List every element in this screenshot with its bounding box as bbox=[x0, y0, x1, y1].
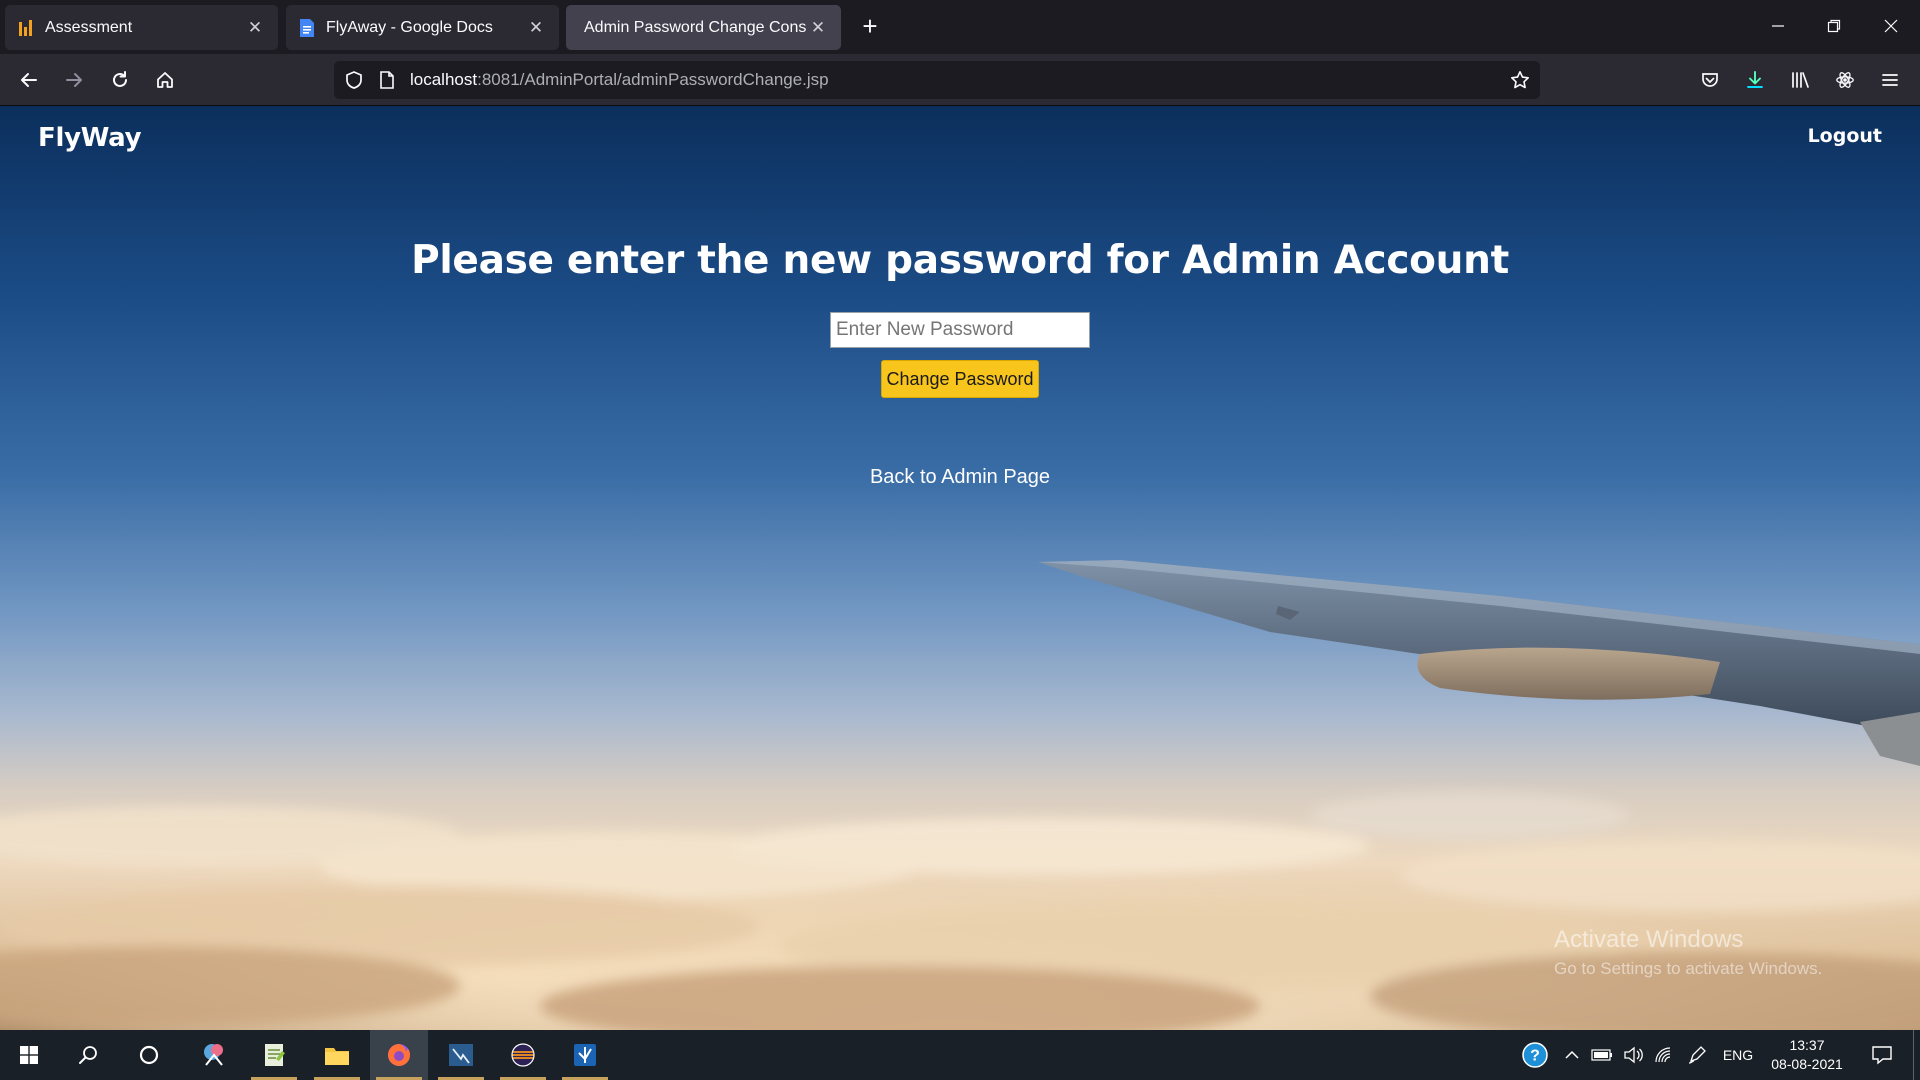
firefox-icon[interactable] bbox=[370, 1030, 428, 1080]
clock-date: 08-08-2021 bbox=[1771, 1056, 1843, 1072]
new-tab-button[interactable]: + bbox=[856, 11, 884, 41]
volume-icon[interactable] bbox=[1619, 1030, 1647, 1080]
close-icon[interactable]: ✕ bbox=[807, 17, 829, 39]
back-to-admin-link[interactable]: Back to Admin Page bbox=[870, 466, 1050, 488]
tab-label: Assessment bbox=[45, 18, 133, 36]
google-docs-favicon bbox=[298, 18, 316, 38]
window-close-icon[interactable] bbox=[1871, 8, 1911, 44]
back-arrow-icon[interactable] bbox=[12, 63, 46, 97]
extension-react-icon[interactable] bbox=[1828, 63, 1862, 97]
mysql-workbench-icon[interactable] bbox=[432, 1030, 490, 1080]
notification-center-icon[interactable] bbox=[1864, 1030, 1900, 1080]
windows-start-icon[interactable] bbox=[0, 1030, 58, 1080]
logout-link[interactable]: Logout bbox=[1808, 125, 1882, 147]
tab-assessment[interactable]: Assessment ✕ bbox=[5, 5, 278, 50]
close-icon[interactable]: ✕ bbox=[244, 17, 266, 39]
tab-admin-password-change[interactable]: Admin Password Change Console ✕ bbox=[566, 5, 841, 50]
url-path: :8081/AdminPortal/adminPasswordChange.js… bbox=[477, 70, 829, 89]
tab-flyaway-docs[interactable]: FlyAway - Google Docs ✕ bbox=[286, 5, 559, 50]
change-password-button[interactable]: Change Password bbox=[881, 360, 1039, 398]
brand-logo[interactable]: FlyWay bbox=[38, 123, 142, 153]
browser-tab-strip: Assessment ✕ FlyAway - Google Docs ✕ Adm… bbox=[0, 0, 1920, 54]
url-text[interactable]: localhost:8081/AdminPortal/adminPassword… bbox=[410, 61, 829, 99]
file-explorer-icon[interactable] bbox=[308, 1030, 366, 1080]
wifi-icon[interactable] bbox=[1650, 1030, 1678, 1080]
url-host: localhost bbox=[410, 70, 478, 89]
back-link-row: Back to Admin Page bbox=[0, 466, 1920, 489]
snipping-tool-icon[interactable] bbox=[185, 1030, 243, 1080]
assessment-favicon bbox=[17, 18, 35, 38]
url-bar[interactable]: localhost:8081/AdminPortal/adminPassword… bbox=[334, 61, 1540, 99]
pocket-icon[interactable] bbox=[1693, 63, 1727, 97]
eclipse-icon[interactable] bbox=[494, 1030, 552, 1080]
cortana-icon[interactable] bbox=[120, 1030, 178, 1080]
chevron-up-icon[interactable] bbox=[1560, 1030, 1584, 1080]
page-title: Please enter the new password for Admin … bbox=[411, 238, 1509, 283]
sourcetree-icon[interactable] bbox=[556, 1030, 614, 1080]
language-indicator[interactable]: ENG bbox=[1718, 1030, 1758, 1080]
activate-windows-subtitle: Go to Settings to activate Windows. bbox=[1554, 959, 1823, 978]
browser-nav-bar: localhost:8081/AdminPortal/adminPassword… bbox=[0, 54, 1920, 106]
show-desktop-divider[interactable] bbox=[1913, 1030, 1914, 1080]
reload-icon[interactable] bbox=[103, 63, 137, 97]
close-icon[interactable]: ✕ bbox=[525, 17, 547, 39]
notepad-plus-icon[interactable] bbox=[245, 1030, 303, 1080]
forward-arrow-icon[interactable] bbox=[57, 63, 91, 97]
activate-windows-title: Activate Windows bbox=[1554, 926, 1744, 953]
pen-icon[interactable] bbox=[1683, 1030, 1711, 1080]
windows-taskbar: ? ENG 13:37 08-08-2021 bbox=[0, 1030, 1920, 1080]
battery-icon[interactable] bbox=[1588, 1030, 1616, 1080]
downloads-icon[interactable] bbox=[1738, 63, 1772, 97]
search-icon[interactable] bbox=[60, 1030, 118, 1080]
system-clock[interactable]: 13:37 08-08-2021 bbox=[1760, 1036, 1854, 1074]
clock-time: 13:37 bbox=[1789, 1037, 1825, 1053]
help-icon[interactable]: ? bbox=[1518, 1030, 1552, 1080]
library-icon[interactable] bbox=[1783, 63, 1817, 97]
svg-text:?: ? bbox=[1530, 1048, 1540, 1065]
new-password-input[interactable] bbox=[830, 312, 1090, 348]
tracking-shield-icon[interactable] bbox=[344, 70, 364, 95]
page-background: FlyWay Logout Please enter the new passw… bbox=[0, 106, 1920, 1030]
bookmark-star-icon[interactable] bbox=[1510, 70, 1530, 95]
restore-icon[interactable] bbox=[1814, 8, 1854, 44]
home-icon[interactable] bbox=[148, 63, 182, 97]
minimize-icon[interactable] bbox=[1758, 8, 1798, 44]
tab-label: FlyAway - Google Docs bbox=[326, 18, 493, 36]
page-info-icon[interactable] bbox=[378, 70, 396, 95]
tab-label: Admin Password Change Console bbox=[584, 18, 807, 36]
hamburger-menu-icon[interactable] bbox=[1873, 63, 1907, 97]
